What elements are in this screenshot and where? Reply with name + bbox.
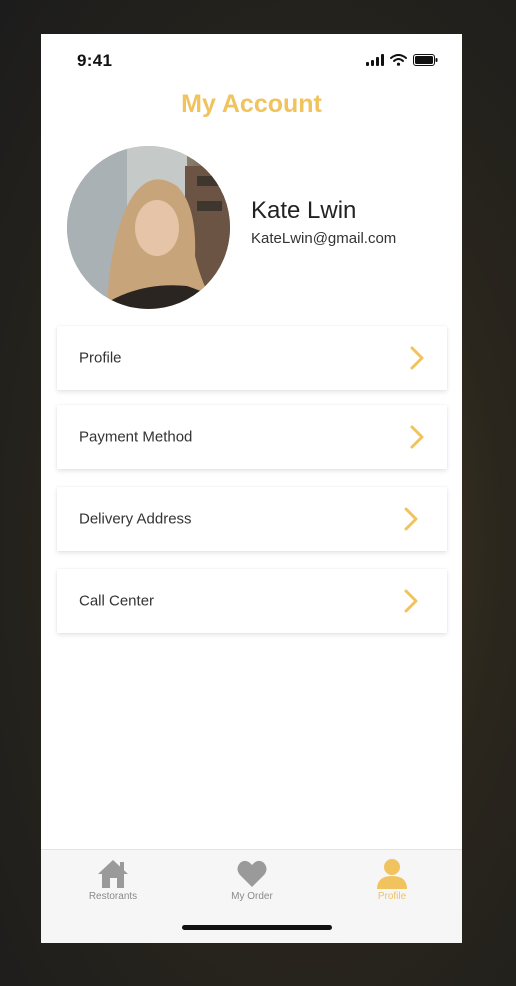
user-email: KateLwin@gmail.com (251, 230, 397, 247)
menu-item-label: Payment Method (79, 428, 193, 446)
menu-item-label: Profile (79, 349, 122, 367)
tab-profile[interactable]: Profile (332, 858, 452, 902)
chevron-right-icon (404, 507, 418, 531)
wifi-icon (390, 54, 407, 66)
chevron-right-icon (410, 425, 424, 449)
heart-icon (237, 860, 267, 887)
menu-item-call-center[interactable]: Call Center (57, 569, 447, 633)
menu-item-delivery-address[interactable]: Delivery Address (57, 487, 447, 551)
tab-label: Profile (377, 891, 407, 902)
status-bar: 9:41 (41, 34, 462, 84)
battery-icon (413, 54, 438, 66)
avatar[interactable] (67, 146, 230, 309)
status-time: 9:41 (77, 51, 113, 70)
status-icons (366, 54, 438, 66)
tab-bar: Restorants My Order Profile (41, 849, 462, 943)
home-indicator[interactable] (182, 925, 332, 930)
user-name: Kate Lwin (251, 197, 357, 224)
menu-item-payment-method[interactable]: Payment Method (57, 405, 447, 469)
chevron-right-icon (410, 346, 424, 370)
person-icon (377, 859, 407, 889)
signal-icon (366, 54, 384, 66)
tab-restaurants[interactable]: Restorants (53, 858, 173, 902)
menu-item-label: Delivery Address (79, 510, 192, 528)
menu-item-label: Call Center (79, 592, 155, 610)
page-title: My Account (181, 90, 322, 118)
tab-my-order[interactable]: My Order (192, 858, 312, 902)
tab-label: My Order (231, 891, 273, 902)
menu-item-profile[interactable]: Profile (57, 326, 447, 390)
house-icon (98, 860, 128, 888)
tab-label: Restorants (88, 891, 138, 902)
chevron-right-icon (404, 589, 418, 613)
phone-screen: 9:41 My Account Kate Lwin KateLwin@gmail… (41, 34, 462, 943)
